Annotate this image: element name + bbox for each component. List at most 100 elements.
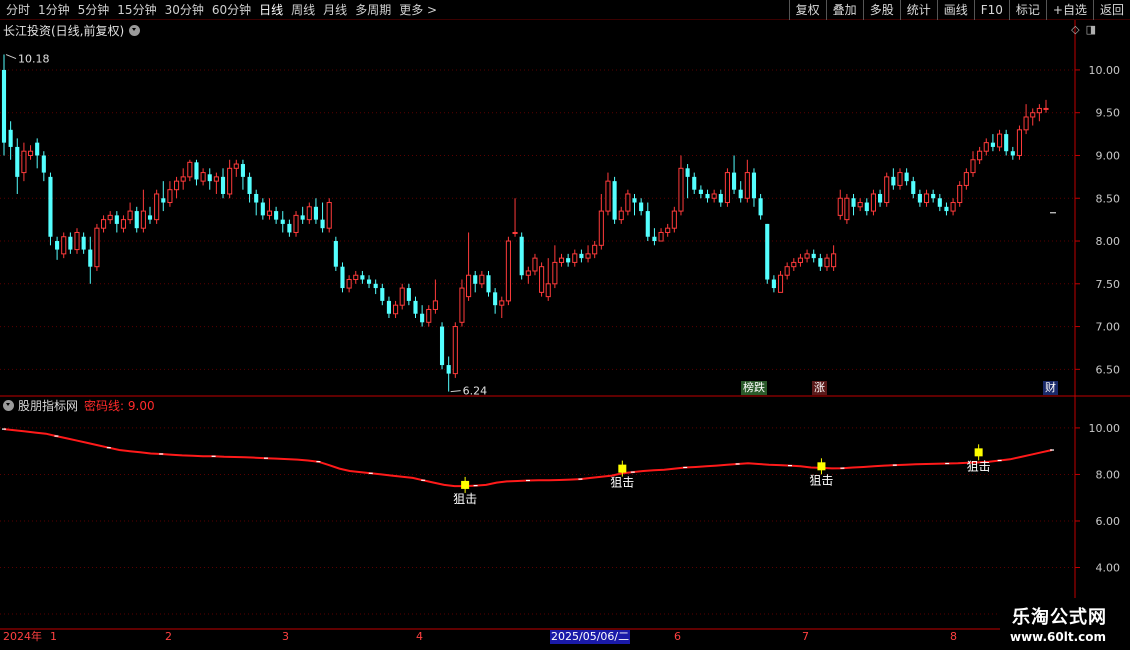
- candle-body-32: [213, 176, 219, 182]
- candle-body-57: [380, 288, 385, 301]
- period-tab-9[interactable]: 多周期: [351, 0, 395, 20]
- signal-label-3: 狙击: [967, 459, 991, 473]
- date-month-2: 3: [282, 630, 289, 643]
- candle-body-144: [957, 184, 963, 204]
- candle-body-154: [1023, 116, 1029, 131]
- indicator-dropdown-icon[interactable]: [3, 399, 14, 411]
- candle-body-98: [652, 236, 657, 242]
- candle-body-86: [572, 253, 578, 263]
- period-tab-8[interactable]: 月线: [319, 0, 351, 20]
- candle-body-29: [194, 162, 199, 180]
- toolbar-button-4[interactable]: 画线: [936, 0, 974, 20]
- candle-body-54: [360, 275, 365, 280]
- candle-body-1: [8, 129, 13, 147]
- candle-body-45: [300, 215, 305, 220]
- period-tab-10[interactable]: 更多 >: [395, 0, 441, 20]
- period-tab-3[interactable]: 15分钟: [113, 0, 160, 20]
- candle-body-124: [824, 257, 830, 268]
- period-tab-4[interactable]: 30分钟: [161, 0, 208, 20]
- candle-body-89: [592, 244, 598, 255]
- toolbar-button-0[interactable]: 复权: [788, 0, 826, 20]
- candle-body-58: [386, 300, 392, 314]
- candle-body-92: [612, 181, 617, 220]
- candle-body-122: [811, 253, 816, 259]
- candle-body-149: [990, 142, 995, 147]
- candle-body-0: [1, 69, 7, 143]
- candle-body-52: [346, 279, 352, 289]
- candle-body-38: [254, 193, 259, 203]
- candle-body-78: [519, 236, 524, 276]
- candle-body-11: [74, 231, 80, 251]
- candle-body-5: [35, 142, 40, 156]
- candle-body-47: [313, 206, 318, 220]
- candle-body-85: [566, 258, 571, 263]
- period-tab-6[interactable]: 日线: [255, 0, 287, 20]
- candle-body-17: [114, 215, 119, 224]
- candle-body-126: [837, 197, 843, 216]
- candle-body-18: [120, 219, 127, 229]
- ind-tick-label-3: 8.00: [1096, 468, 1121, 481]
- candle-body-130: [864, 202, 869, 212]
- period-tab-1[interactable]: 1分钟: [34, 0, 74, 20]
- candle-body-16: [107, 214, 113, 221]
- candle-body-79: [525, 270, 531, 276]
- candle-body-27: [180, 176, 186, 182]
- toolbar-button-7[interactable]: +自选: [1045, 0, 1093, 20]
- candle-body-97: [645, 211, 650, 237]
- candle-body-25: [167, 189, 173, 204]
- toolbar-button-2[interactable]: 多股: [862, 0, 900, 20]
- candle-body-37: [247, 176, 252, 194]
- candle-body-59: [393, 304, 399, 315]
- candle-body-67: [446, 365, 451, 374]
- tag-bang-die[interactable]: 榜跌: [741, 381, 767, 395]
- candle-body-53: [353, 274, 359, 281]
- stock-title: 长江投资(日线,前复权): [3, 23, 125, 38]
- candle-body-113: [751, 172, 757, 199]
- chart-svg[interactable]: 狙击狙击 狙击狙击 6.507.007.508.008.509.009.5010.…: [0, 20, 1130, 650]
- candle-body-147: [977, 150, 983, 161]
- tag-cai[interactable]: 财: [1043, 381, 1058, 395]
- candle-body-3: [21, 150, 27, 174]
- tag-zhang[interactable]: 涨: [812, 381, 827, 395]
- signal-label-1: 狙击: [610, 476, 634, 490]
- candle-body-40: [266, 210, 273, 216]
- candle-body-103: [685, 168, 690, 177]
- candle-body-48: [320, 219, 325, 229]
- candle-body-19: [127, 210, 133, 221]
- candle-body-26: [174, 180, 180, 191]
- candle-body-13: [88, 249, 93, 267]
- candle-body-91: [605, 180, 611, 212]
- candle-body-156: [1036, 107, 1042, 114]
- title-dropdown-icon[interactable]: [129, 24, 141, 36]
- main-tick-label-7: 10.00: [1089, 64, 1121, 77]
- candle-body-94: [625, 193, 631, 212]
- toolbar-button-6[interactable]: 标记: [1008, 0, 1046, 20]
- toolbar-button-3[interactable]: 统计: [899, 0, 937, 20]
- main-tick-label-5: 9.00: [1096, 149, 1121, 162]
- chart-area[interactable]: 狙击 狙击 狙击 狙击 6.50 7.00 7.50 8.00 8.50 9.00 9.50 10.…: [0, 20, 1130, 650]
- candle-body-139: [923, 193, 930, 204]
- toolbar-button-5[interactable]: F10: [973, 0, 1009, 20]
- candle-body-12: [81, 236, 86, 250]
- candle-body-140: [931, 193, 936, 199]
- candle-body-30: [200, 172, 206, 182]
- panel-toggle-icon[interactable]: ◨: [1086, 23, 1096, 36]
- toolbar-button-8[interactable]: 返回: [1092, 0, 1130, 20]
- watermark: 乐淘公式网 www.60lt.com: [1000, 598, 1130, 650]
- candle-body-153: [1016, 129, 1023, 156]
- candle-body-109: [724, 172, 730, 204]
- candle-body-81: [539, 266, 545, 293]
- candle-body-104: [692, 176, 697, 190]
- period-tab-5[interactable]: 60分钟: [208, 0, 255, 20]
- candle-body-88: [585, 253, 591, 259]
- toolbar-button-1[interactable]: 叠加: [825, 0, 863, 20]
- diamond-icon[interactable]: ◇: [1071, 23, 1079, 36]
- period-tab-0[interactable]: 分时: [2, 0, 34, 20]
- period-tab-2[interactable]: 5分钟: [74, 0, 114, 20]
- candle-body-21: [140, 210, 146, 229]
- candle-body-43: [287, 223, 292, 233]
- candle-body-39: [260, 202, 265, 216]
- candle-body-74: [493, 292, 498, 306]
- period-tab-7[interactable]: 周线: [287, 0, 319, 20]
- candle-body-55: [366, 279, 372, 284]
